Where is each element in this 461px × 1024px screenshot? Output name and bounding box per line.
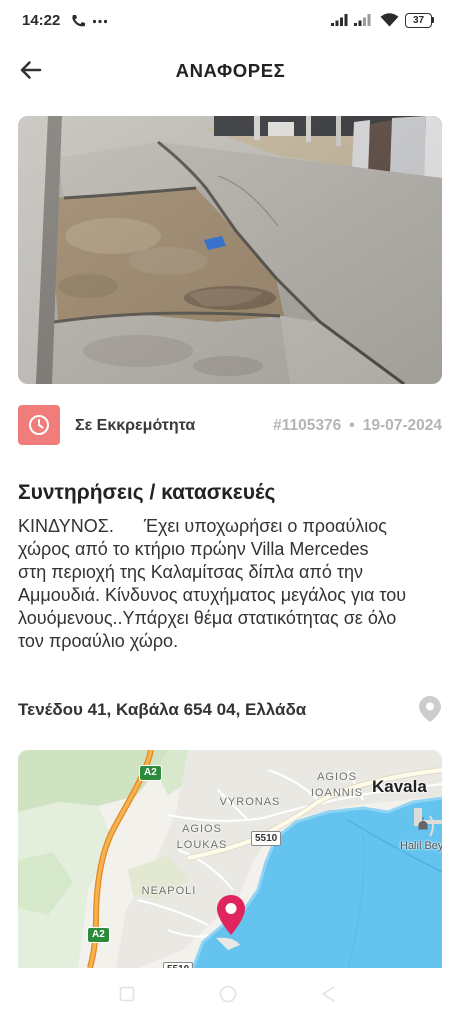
status-icon-box [18, 405, 60, 445]
report-category: Συντηρήσεις / κατασκευές [18, 481, 276, 504]
page-title: ΑΝΑΦΟΡΕΣ [175, 60, 286, 81]
report-address: Τενέδου 41, Καβάλα 654 04, Ελλάδα [18, 700, 307, 719]
description-line: Αμμουδιά. Κίνδυνος ατυχήματος μεγάλος γι… [18, 585, 407, 605]
map-label-line: LOUKAS [176, 839, 228, 851]
more-notifications-icon [92, 19, 108, 24]
meta-separator: • [349, 417, 355, 434]
report-photo-image [18, 116, 442, 384]
battery-icon: 37 [405, 13, 432, 28]
status-label: Σε Εκκρεμότητα [75, 417, 196, 434]
location-map[interactable]: A2 VYRONAS AGIOS IOANNIS Kavala 5510 AGI… [18, 750, 442, 968]
battery-nub [432, 17, 434, 23]
clock-icon [29, 415, 49, 435]
map-label-line: AGIOS [182, 823, 222, 835]
map-label-kavala: Kavala [372, 777, 427, 796]
map-marker-icon[interactable] [217, 895, 245, 935]
description-line: στη περιοχή της Καλαμίτσας δίπλα από την [18, 562, 363, 582]
map-label-line: IOANNIS [310, 787, 364, 799]
report-id: #1105376 [273, 417, 342, 434]
system-nav-bar [0, 968, 461, 1024]
highway-a2-shield-north: A2 [139, 765, 162, 781]
road-5510-badge: 5510 [251, 831, 282, 846]
description-line: χώρος από το κτήριο πρώην Villa Mercedes [18, 539, 369, 559]
map-label-halil-bey: Halil Bey Mo [400, 840, 442, 852]
signal-sim1-icon [331, 14, 348, 26]
report-photo[interactable] [18, 116, 442, 384]
map-label-line: AGIOS [317, 771, 357, 783]
map-label-vyronas: VYRONAS [219, 796, 281, 808]
home-icon[interactable] [219, 985, 237, 1003]
call-icon [72, 15, 85, 27]
map-marker-shape [217, 895, 245, 935]
signal-sim2-icon [354, 14, 371, 26]
mosque-icon [418, 817, 428, 830]
highway-a2-shield-south: A2 [87, 927, 110, 943]
back-icon[interactable] [320, 985, 336, 1003]
description-line: λουόμενους..Υπάρχει θέμα στατικότητας σε… [18, 608, 397, 628]
wifi-icon [380, 13, 399, 27]
report-description: ΚΙΝΔΥΝΟΣ. Έχει υποχωρήσει ο προαύλιος χώ… [18, 515, 442, 653]
report-date: 19-07-2024 [362, 417, 442, 434]
description-line: τον προαύλιο χώρο. [18, 631, 179, 651]
map-label-neapoli: NEAPOLI [141, 885, 197, 897]
location-pin-icon[interactable] [419, 696, 441, 722]
report-meta: #1105376 • 19-07-2024 [273, 417, 442, 435]
recents-icon[interactable] [119, 986, 135, 1002]
description-line: ΚΙΝΔΥΝΟΣ. Έχει υποχωρήσει ο προαύλιος [18, 516, 387, 536]
map-label-agios-loukas: AGIOS LOUKAS [170, 821, 234, 853]
status-time: 14:22 [22, 12, 61, 29]
map-label-agios-ioannis: AGIOS IOANNIS [305, 769, 369, 801]
